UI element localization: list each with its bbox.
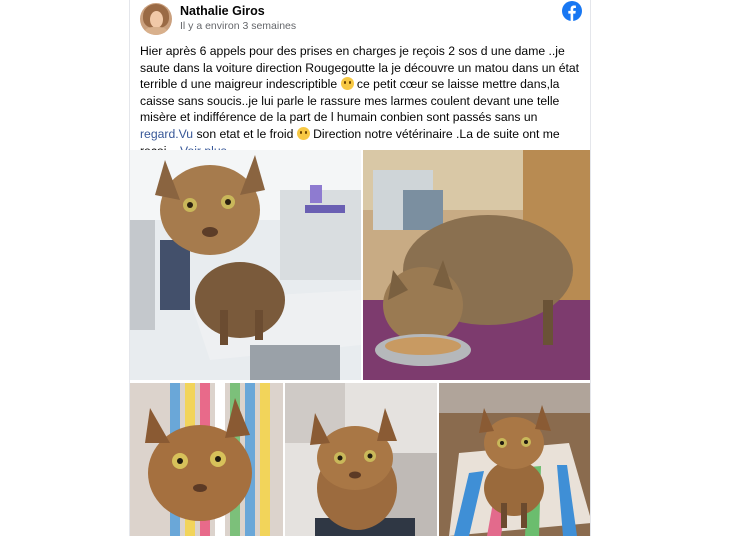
post-text: Hier après 6 appels pour des prises en c… [140, 43, 586, 159]
avatar[interactable] [140, 3, 172, 35]
author-name[interactable]: Nathalie Giros [180, 4, 265, 18]
post-header: Nathalie Giros Il y a environ 3 semaines [130, 0, 590, 40]
sad-face-emoji [296, 126, 310, 140]
post-photo-4[interactable] [285, 383, 437, 536]
facebook-icon [562, 1, 582, 21]
post-photo-5[interactable] [439, 383, 590, 536]
post-photo-1[interactable] [130, 150, 361, 380]
post-timestamp[interactable]: Il y a environ 3 semaines [180, 20, 296, 32]
post-text-part: son etat et le froid [193, 126, 297, 141]
post-card: Nathalie Giros Il y a environ 3 semaines… [129, 0, 591, 536]
post-photo-2[interactable] [363, 150, 590, 380]
post-photo-3[interactable] [130, 383, 283, 536]
hashtag-link[interactable]: regard.Vu [140, 127, 193, 141]
sad-face-emoji [340, 77, 354, 91]
